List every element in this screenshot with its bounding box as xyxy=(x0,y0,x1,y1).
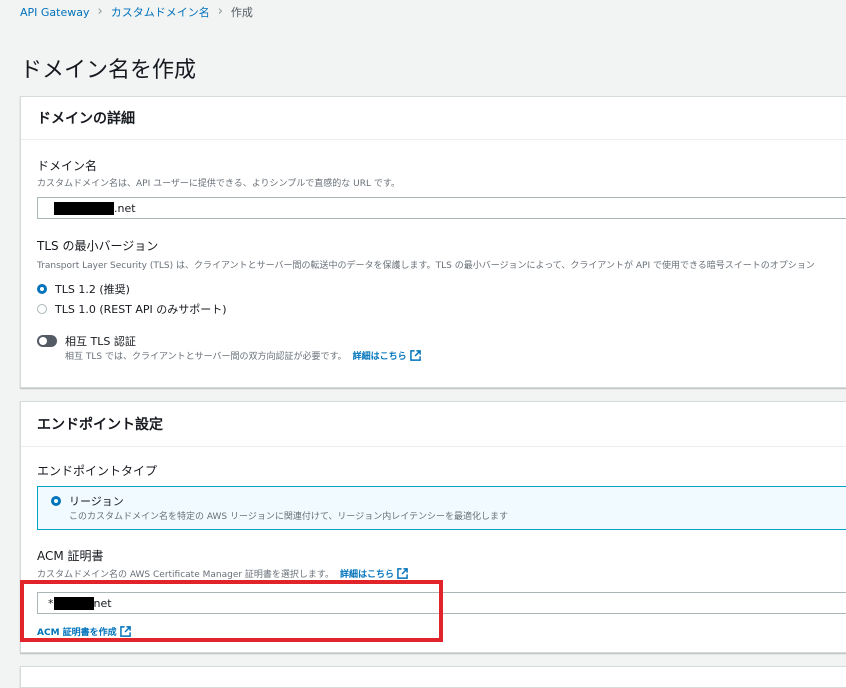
acm-label: ACM 証明書 xyxy=(37,549,104,563)
breadcrumb: API Gateway › カスタムドメイン名 › 作成 xyxy=(20,4,253,20)
tls-option-label: TLS 1.2 (推奨) xyxy=(55,283,130,296)
acm-description-row: カスタムドメイン名の AWS Certificate Manager 証明書を選… xyxy=(37,567,408,580)
domain-details-panel: ドメインの詳細 ドメイン名 カスタムドメイン名は、API ユーザーに提供できる、… xyxy=(20,96,846,388)
acm-learn-more-link[interactable]: 詳細はこちら xyxy=(340,567,408,580)
external-link-icon xyxy=(397,568,408,579)
mtls-label: 相互 TLS 認証 xyxy=(65,335,136,348)
domain-details-header: ドメインの詳細 xyxy=(21,97,846,140)
domain-name-label: ドメイン名 xyxy=(37,159,98,173)
chevron-right-icon: › xyxy=(97,4,103,19)
annotation-highlight-box xyxy=(20,580,443,642)
radio-selected-icon[interactable] xyxy=(37,284,47,294)
link-text: 詳細はこちら xyxy=(352,352,407,362)
redacted-text xyxy=(54,201,114,215)
tls-option-label: TLS 1.0 (REST API のみサポート) xyxy=(55,303,227,316)
domain-name-value: .net xyxy=(114,201,136,215)
domain-name-input[interactable]: .net xyxy=(37,197,846,219)
radio-selected-icon[interactable] xyxy=(51,496,61,506)
regional-label: リージョン xyxy=(69,495,124,508)
tls-option-1-2[interactable]: TLS 1.2 (推奨) xyxy=(37,281,130,297)
tls-description: Transport Layer Security (TLS) は、クライアントと… xyxy=(37,261,815,271)
page-title: ドメイン名を作成 xyxy=(20,58,197,83)
breadcrumb-current: 作成 xyxy=(230,6,253,19)
next-panel xyxy=(20,666,846,688)
domain-name-description: カスタムドメイン名は、API ユーザーに提供できる、よりシンプルで直感的な UR… xyxy=(37,179,400,189)
mtls-learn-more-link[interactable]: 詳細はこちら xyxy=(353,349,421,362)
breadcrumb-custom-domain-names[interactable]: カスタムドメイン名 xyxy=(111,4,210,20)
mtls-description-row: 相互 TLS では、クライアントとサーバー間の双方向認証が必要です。 詳細はこち… xyxy=(65,349,421,362)
regional-description: このカスタムドメイン名を特定の AWS リージョンに関連付けて、リージョン内レイ… xyxy=(69,512,509,522)
regional-radio-row[interactable]: リージョン xyxy=(51,493,124,509)
chevron-right-icon: › xyxy=(217,4,223,19)
external-link-icon xyxy=(409,350,421,361)
endpoint-type-regional-tile[interactable]: リージョン このカスタムドメイン名を特定の AWS リージョンに関連付けて、リー… xyxy=(37,486,846,530)
tls-label: TLS の最小バージョン xyxy=(37,239,159,253)
mtls-toggle[interactable] xyxy=(37,335,57,347)
endpoint-settings-header: エンドポイント設定 xyxy=(21,402,846,447)
radio-unselected-icon[interactable] xyxy=(37,304,47,314)
breadcrumb-api-gateway[interactable]: API Gateway xyxy=(20,6,90,19)
endpoint-type-label: エンドポイントタイプ xyxy=(37,464,158,478)
link-text: 詳細はこちら xyxy=(340,570,395,580)
mtls-description: 相互 TLS では、クライアントとサーバー間の双方向認証が必要です。 xyxy=(65,352,347,362)
acm-description: カスタムドメイン名の AWS Certificate Manager 証明書を選… xyxy=(37,570,335,580)
tls-option-1-0[interactable]: TLS 1.0 (REST API のみサポート) xyxy=(37,301,227,317)
mtls-toggle-row[interactable]: 相互 TLS 認証 xyxy=(37,333,136,349)
